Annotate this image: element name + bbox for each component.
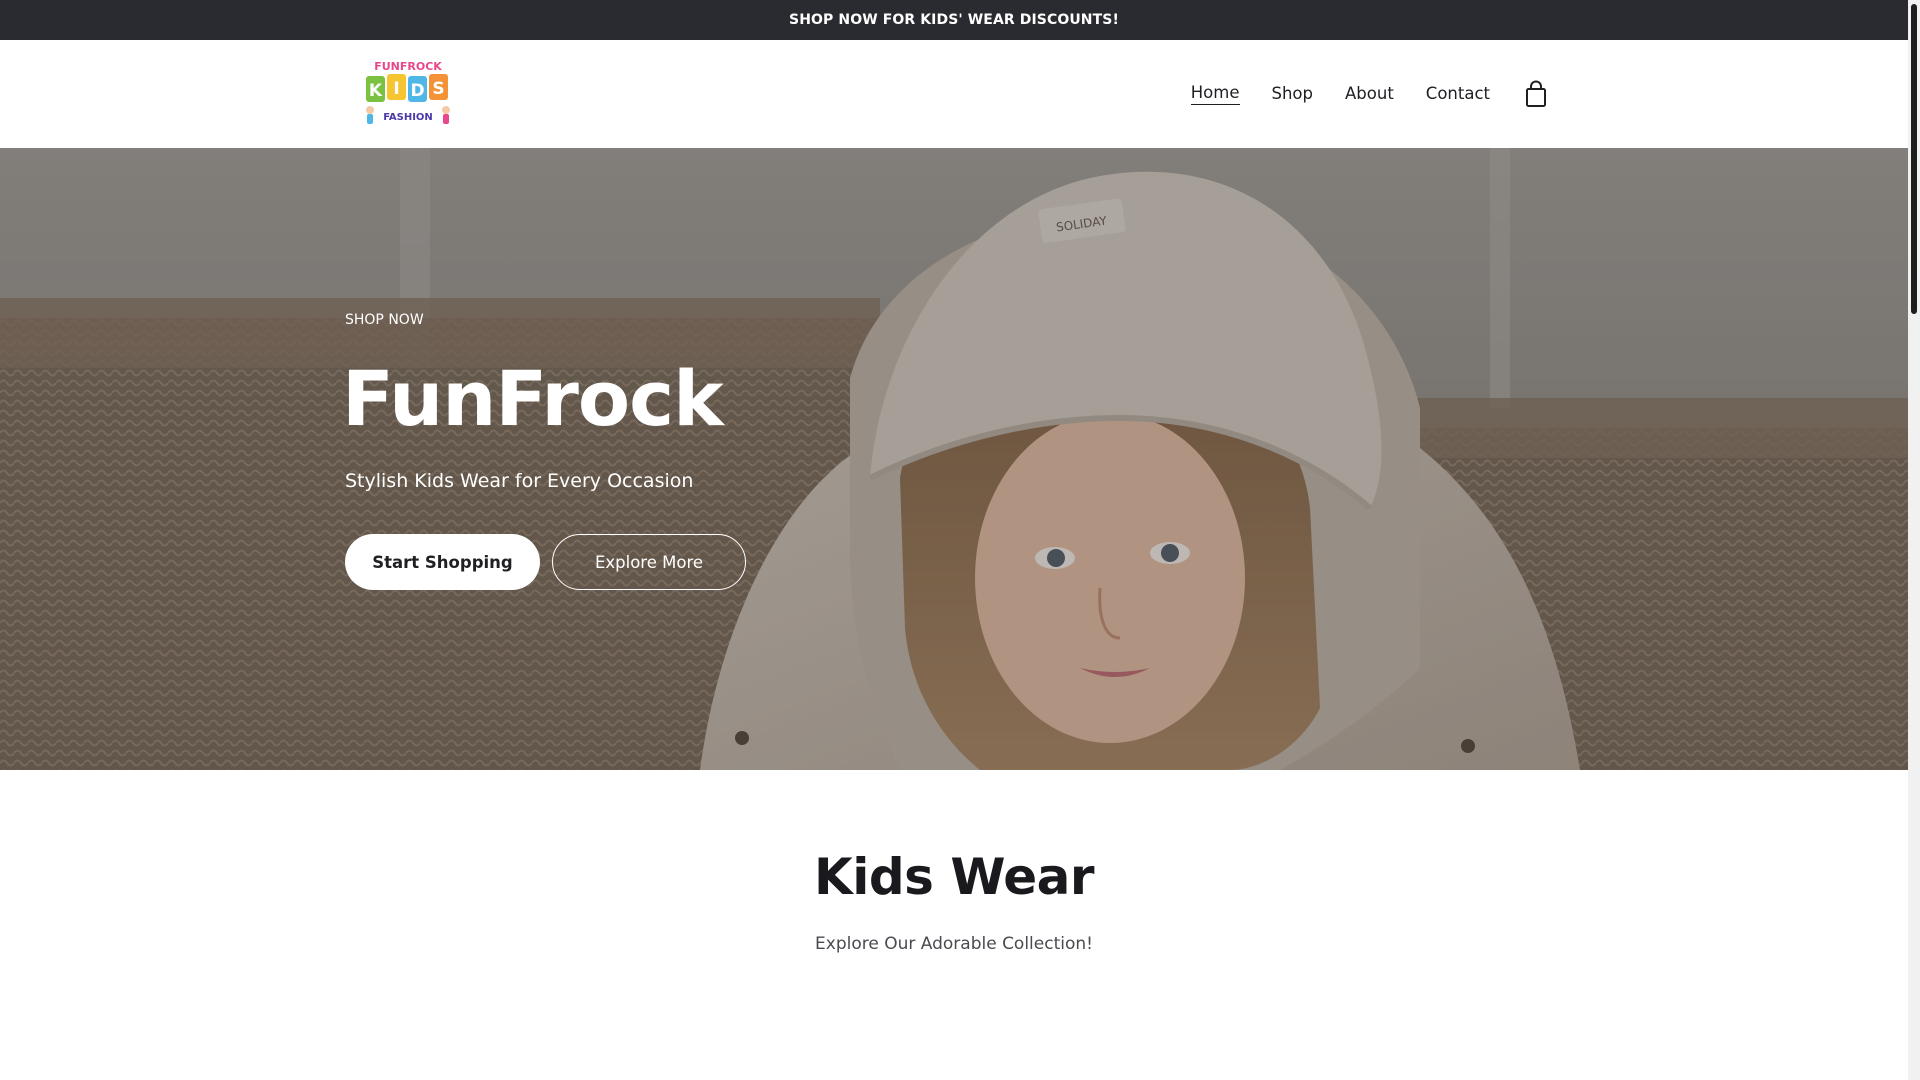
page-content: SHOP NOW FOR KIDS' WEAR DISCOUNTS! FUNFR…	[0, 0, 1908, 1080]
logo-top-text: FUNFROCK	[374, 60, 442, 73]
nav-link-home[interactable]: Home	[1190, 83, 1240, 105]
nav-link-contact[interactable]: Contact	[1426, 84, 1490, 105]
section-title: Kids Wear	[813, 848, 1095, 906]
shopping-bag-icon[interactable]	[1524, 80, 1548, 108]
logo[interactable]: FUNFROCK K I D S FASHION	[362, 56, 454, 132]
scrollbar-thumb[interactable]	[1911, 4, 1917, 314]
logo-bottom-text: FASHION	[383, 112, 433, 123]
hero-banner: SOLIDAY SHOP NOW FunFrock Stylish Kids W…	[0, 148, 1908, 770]
logo-letter-s: S	[432, 79, 444, 99]
page-scrollbar[interactable]	[1908, 0, 1920, 1080]
logo-letter-k: K	[369, 81, 383, 101]
hero-title: FunFrock	[342, 354, 724, 443]
start-shopping-button[interactable]: Start Shopping	[345, 534, 540, 590]
announcement-bar: SHOP NOW FOR KIDS' WEAR DISCOUNTS!	[0, 0, 1908, 40]
explore-more-button[interactable]: Explore More	[552, 534, 746, 590]
hero-overlay	[0, 148, 1908, 770]
page: SHOP NOW FOR KIDS' WEAR DISCOUNTS! FUNFR…	[0, 0, 1920, 1080]
nav-link-shop[interactable]: Shop	[1272, 84, 1314, 105]
main-nav: Home Shop About Contact	[1159, 40, 1548, 148]
site-header: FUNFROCK K I D S FASHION Home Shop About…	[0, 40, 1908, 148]
announcement-text: SHOP NOW FOR KIDS' WEAR DISCOUNTS!	[789, 12, 1119, 28]
section-subtitle: Explore Our Adorable Collection!	[815, 934, 1093, 954]
hero-subtitle: Stylish Kids Wear for Every Occasion	[345, 470, 694, 492]
funfrock-kids-logo-icon: FUNFROCK K I D S FASHION	[366, 60, 450, 124]
nav-link-about[interactable]: About	[1345, 84, 1394, 105]
collection-section: Kids Wear Explore Our Adorable Collectio…	[0, 770, 1908, 1080]
logo-letter-d: D	[410, 81, 424, 101]
logo-letter-i: I	[393, 79, 399, 99]
hero-eyebrow: SHOP NOW	[345, 312, 424, 328]
